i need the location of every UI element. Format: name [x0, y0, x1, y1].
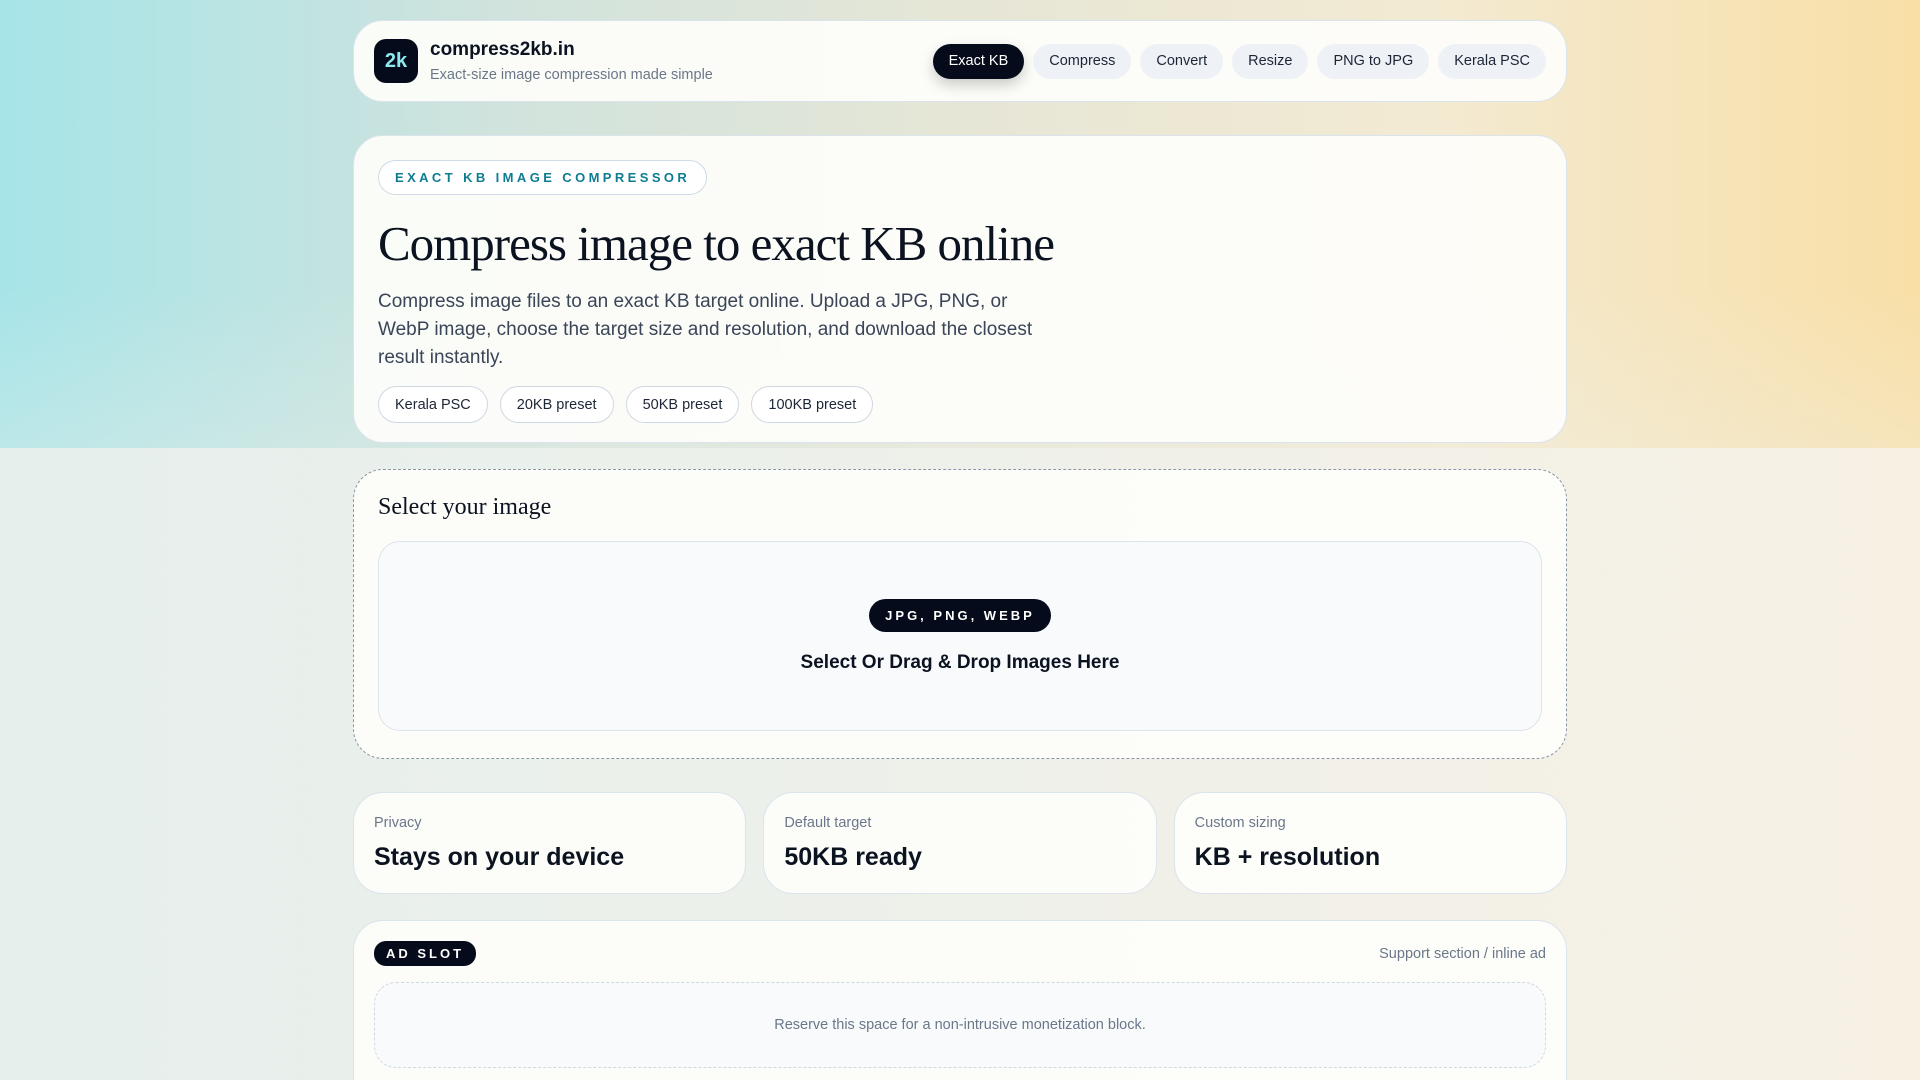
- preset-20kb[interactable]: 20KB preset: [499, 386, 614, 423]
- page-title: Compress image to exact KB online: [378, 216, 1055, 271]
- preset-kerala-psc[interactable]: Kerala PSC: [378, 386, 488, 423]
- feature-value: Stays on your device: [374, 843, 625, 871]
- feature-value: KB + resolution: [1194, 843, 1381, 871]
- logo[interactable]: 2k: [374, 39, 418, 83]
- preset-100kb[interactable]: 100KB preset: [751, 386, 874, 423]
- nav-kerala-psc[interactable]: Kerala PSC: [1438, 43, 1546, 79]
- nav-resize[interactable]: Resize: [1232, 43, 1309, 79]
- feature-card-privacy: Privacy Stays on your device: [353, 792, 747, 894]
- ad-note: Support section / inline ad: [1379, 945, 1546, 962]
- ad-section: AD SLOT Support section / inline ad Rese…: [353, 920, 1567, 1080]
- ad-header: AD SLOT Support section / inline ad: [374, 941, 1546, 966]
- brand: compress2kb.in Exact-size image compress…: [430, 39, 713, 83]
- dropzone-prompt[interactable]: Select Or Drag & Drop Images Here: [801, 652, 1120, 674]
- upload-title: Select your image: [378, 494, 552, 520]
- formats-badge: JPG, PNG, WEBP: [869, 598, 1051, 632]
- feature-cards: Privacy Stays on your device Default tar…: [353, 792, 1567, 894]
- preset-list: Kerala PSC 20KB preset 50KB preset 100KB…: [378, 386, 1542, 423]
- hero-section: EXACT KB IMAGE COMPRESSOR Compress image…: [353, 135, 1567, 443]
- ad-badge: AD SLOT: [374, 941, 477, 966]
- site-header: 2k compress2kb.in Exact-size image compr…: [353, 20, 1567, 102]
- feature-label: Privacy: [374, 815, 422, 831]
- nav-exact-kb[interactable]: Exact KB: [932, 43, 1025, 79]
- nav-convert[interactable]: Convert: [1140, 43, 1224, 79]
- feature-label: Custom sizing: [1194, 815, 1286, 831]
- feature-card-default-target: Default target 50KB ready: [763, 792, 1157, 894]
- feature-card-custom-sizing: Custom sizing KB + resolution: [1173, 792, 1567, 894]
- site-subtitle: Exact-size image compression made simple: [430, 67, 713, 83]
- nav-png-to-jpg[interactable]: PNG to JPG: [1317, 43, 1430, 79]
- main-nav: Exact KB Compress Convert Resize PNG to …: [932, 43, 1546, 79]
- eyebrow-badge: EXACT KB IMAGE COMPRESSOR: [378, 160, 708, 195]
- hero-description: Compress image files to an exact KB targ…: [378, 291, 1033, 368]
- preset-50kb[interactable]: 50KB preset: [625, 386, 740, 423]
- site-title[interactable]: compress2kb.in: [430, 39, 713, 61]
- nav-compress[interactable]: Compress: [1033, 43, 1132, 79]
- feature-label: Default target: [784, 815, 872, 831]
- ad-placeholder: Reserve this space for a non-intrusive m…: [374, 982, 1546, 1068]
- dropzone[interactable]: JPG, PNG, WEBP Select Or Drag & Drop Ima…: [378, 541, 1542, 731]
- upload-section: Select your image JPG, PNG, WEBP Select …: [353, 469, 1567, 759]
- feature-value: 50KB ready: [784, 843, 922, 871]
